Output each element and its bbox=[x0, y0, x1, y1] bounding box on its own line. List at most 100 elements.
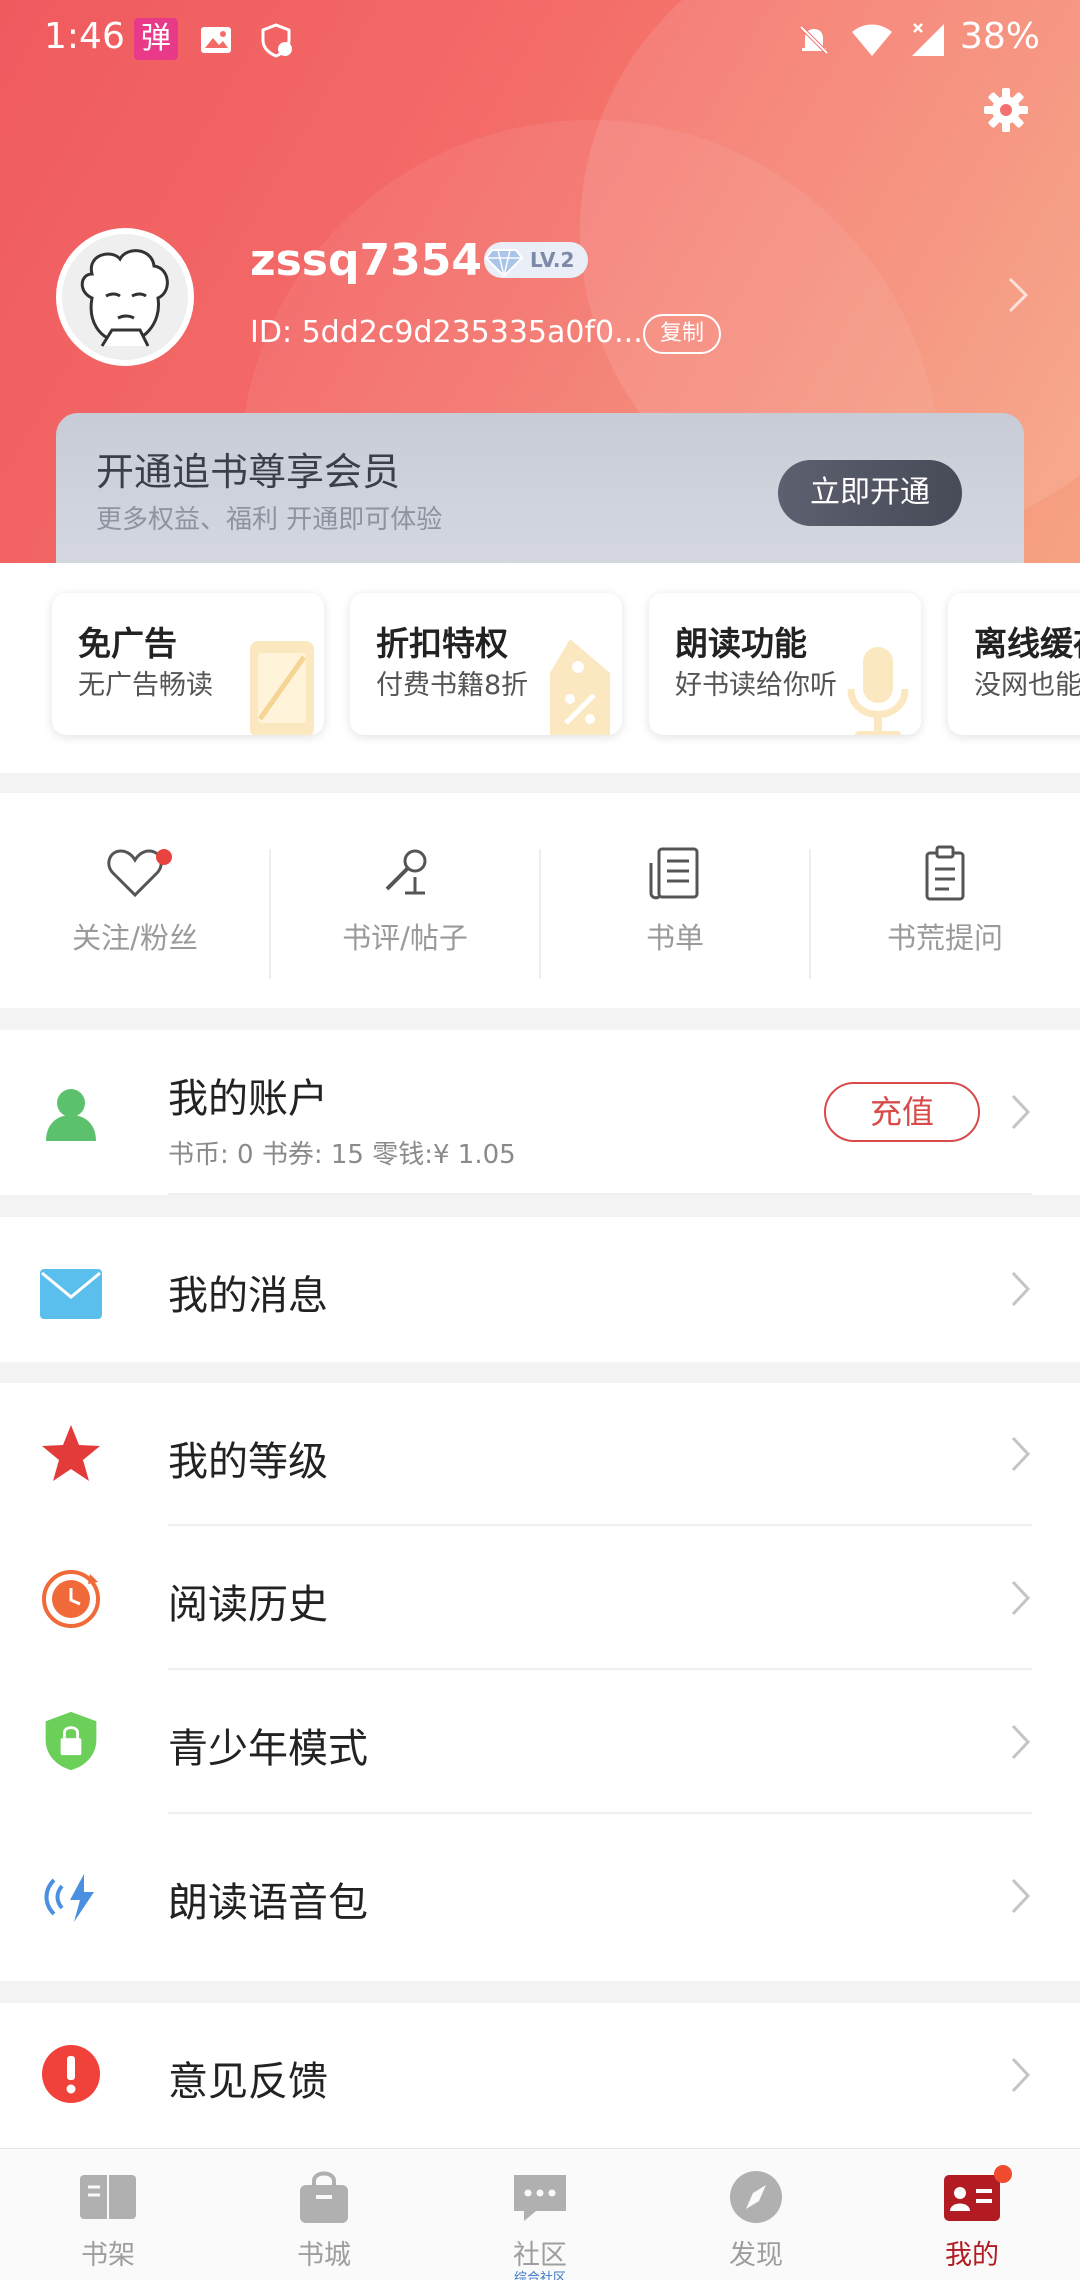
username: zssq7354 bbox=[250, 235, 482, 286]
microphone-icon bbox=[847, 647, 909, 735]
level-text: LV.2 bbox=[530, 248, 575, 272]
privilege-card-discount[interactable]: 折扣特权 付费书籍8折 bbox=[350, 593, 622, 735]
privilege-desc: 付费书籍8折 bbox=[376, 670, 529, 701]
nav-bookshelf[interactable]: 书架 bbox=[0, 2149, 216, 2280]
heart-icon bbox=[107, 849, 163, 898]
nav-community[interactable]: 社区 综合社区 bbox=[432, 2149, 648, 2280]
quick-book-request[interactable]: 书荒提问 bbox=[810, 793, 1080, 1008]
status-time: 1:46 bbox=[44, 16, 125, 57]
privilege-desc: 好书读给你听 bbox=[675, 670, 837, 701]
row-separator bbox=[168, 1193, 1032, 1195]
privilege-title: 免广告 bbox=[78, 624, 177, 663]
main-menu-section: 我的等级 阅读历史 青少年模式 朗读语音包 bbox=[0, 1383, 1080, 1981]
danmaku-app-icon: 弹 bbox=[134, 18, 178, 60]
no-ad-icon bbox=[250, 641, 314, 735]
chevron-right-icon bbox=[1011, 1878, 1031, 1914]
chevron-right-icon[interactable] bbox=[1006, 275, 1030, 315]
privilege-title: 折扣特权 bbox=[376, 624, 508, 663]
notification-dot bbox=[156, 849, 172, 865]
recharge-button[interactable]: 充值 bbox=[824, 1082, 980, 1142]
star-icon bbox=[42, 1425, 100, 1481]
quick-label: 书评/帖子 bbox=[342, 921, 468, 955]
notification-dot bbox=[994, 2165, 1012, 2183]
bottom-navigation: 书架 书城 社区 综合社区 发现 我的 bbox=[0, 2148, 1080, 2280]
clipboard-icon bbox=[925, 845, 965, 901]
quick-label: 关注/粉丝 bbox=[72, 921, 198, 955]
privilege-title: 离线缓存 bbox=[974, 624, 1080, 663]
chevron-right-icon bbox=[1011, 1436, 1031, 1472]
menu-row-history[interactable]: 阅读历史 bbox=[0, 1526, 1080, 1670]
quick-follow-fans[interactable]: 关注/粉丝 bbox=[0, 793, 270, 1008]
account-section: 我的账户 书币: 0 书券: 15 零钱:¥ 1.05 充值 bbox=[0, 1030, 1080, 1195]
menu-row-account[interactable]: 我的账户 书币: 0 书券: 15 零钱:¥ 1.05 充值 bbox=[0, 1030, 1080, 1195]
cellular-signal-icon bbox=[912, 23, 944, 56]
copy-id-button[interactable]: 复制 bbox=[643, 314, 721, 354]
menu-row-level[interactable]: 我的等级 bbox=[0, 1383, 1080, 1526]
quick-label: 书荒提问 bbox=[886, 921, 1003, 955]
chevron-right-icon bbox=[1011, 2057, 1031, 2093]
compass-icon bbox=[730, 2171, 782, 2223]
status-bar: 1:46 弹 38% bbox=[0, 0, 1080, 80]
voice-wave-icon bbox=[44, 1874, 94, 1922]
profile-card-icon bbox=[944, 2175, 1000, 2221]
vip-membership-card[interactable]: 开通追书尊享会员 更多权益、福利 开通即可体验 立即开通 bbox=[56, 413, 1024, 563]
nav-bookstore[interactable]: 书城 bbox=[216, 2149, 432, 2280]
nav-label: 发现 bbox=[729, 2240, 783, 2271]
menu-row-youth-mode[interactable]: 青少年模式 bbox=[0, 1670, 1080, 1814]
user-icon bbox=[46, 1089, 96, 1141]
quick-booklist[interactable]: 书单 bbox=[540, 793, 810, 1008]
menu-row-messages[interactable]: 我的消息 bbox=[0, 1217, 1080, 1362]
envelope-icon bbox=[40, 1269, 102, 1319]
chevron-right-icon bbox=[1011, 1724, 1031, 1760]
quick-entries: 关注/粉丝 书评/帖子 书单 书荒提问 bbox=[0, 793, 1080, 1008]
diamond-icon bbox=[484, 249, 524, 278]
account-balance: 书币: 0 书券: 15 零钱:¥ 1.05 bbox=[168, 1140, 516, 1170]
privilege-desc: 无广告畅读 bbox=[78, 670, 213, 701]
chevron-right-icon bbox=[1011, 1580, 1031, 1616]
nav-label: 书架 bbox=[81, 2240, 135, 2271]
vip-open-button[interactable]: 立即开通 bbox=[778, 460, 962, 526]
menu-title: 青少年模式 bbox=[168, 1726, 368, 1772]
nav-me[interactable]: 我的 bbox=[864, 2149, 1080, 2280]
bookshelf-icon bbox=[80, 2175, 136, 2219]
feedback-section: 意见反馈 bbox=[0, 2003, 1080, 2148]
privilege-card-read-aloud[interactable]: 朗读功能 好书读给你听 bbox=[649, 593, 921, 735]
nav-sublabel: 综合社区 bbox=[513, 2271, 566, 2280]
privilege-title: 朗读功能 bbox=[675, 624, 807, 663]
booklist-icon bbox=[649, 847, 699, 900]
battery-percent: 38% bbox=[959, 16, 1040, 57]
menu-row-voice-pack[interactable]: 朗读语音包 bbox=[0, 1814, 1080, 1981]
nav-label: 书城 bbox=[297, 2240, 351, 2271]
user-id: ID: 5dd2c9d235335a0f0... bbox=[250, 315, 643, 350]
history-clock-icon bbox=[42, 1570, 100, 1628]
privilege-desc: 没网也能 bbox=[974, 670, 1080, 701]
vip-privileges-strip: 免广告 无广告畅读 折扣特权 付费书籍8折 朗读功能 好书读给你听 离线缓存 没… bbox=[0, 563, 1080, 773]
menu-title: 我的消息 bbox=[168, 1273, 328, 1319]
chat-bubble-icon bbox=[514, 2175, 566, 2221]
messages-section: 我的消息 bbox=[0, 1217, 1080, 1362]
account-title: 我的账户 bbox=[168, 1076, 328, 1122]
alert-icon bbox=[42, 2045, 100, 2103]
sheep-avatar-icon bbox=[62, 234, 188, 360]
shield-notification-icon bbox=[261, 23, 292, 58]
nav-discover[interactable]: 发现 bbox=[648, 2149, 864, 2280]
privilege-card-offline[interactable]: 离线缓存 没网也能 bbox=[948, 593, 1080, 735]
discount-tag-icon bbox=[550, 639, 610, 735]
wifi-icon bbox=[852, 24, 892, 56]
privilege-card-no-ads[interactable]: 免广告 无广告畅读 bbox=[52, 593, 324, 735]
shield-lock-icon bbox=[45, 1711, 97, 1771]
chevron-right-icon bbox=[1011, 1271, 1031, 1307]
nav-label: 我的 bbox=[945, 2240, 999, 2271]
avatar[interactable] bbox=[56, 228, 194, 366]
vip-subtitle: 更多权益、福利 开通即可体验 bbox=[96, 505, 443, 535]
menu-title: 我的等级 bbox=[168, 1439, 328, 1485]
quick-label: 书单 bbox=[645, 921, 704, 955]
image-icon bbox=[201, 27, 231, 53]
chevron-right-icon bbox=[1011, 1094, 1031, 1130]
menu-title: 朗读语音包 bbox=[168, 1880, 368, 1926]
quick-reviews-posts[interactable]: 书评/帖子 bbox=[270, 793, 540, 1008]
menu-row-feedback[interactable]: 意见反馈 bbox=[0, 2003, 1080, 2148]
level-badge: LV.2 bbox=[484, 242, 588, 278]
settings-gear-icon[interactable] bbox=[982, 86, 1030, 134]
vip-title: 开通追书尊享会员 bbox=[96, 450, 401, 494]
